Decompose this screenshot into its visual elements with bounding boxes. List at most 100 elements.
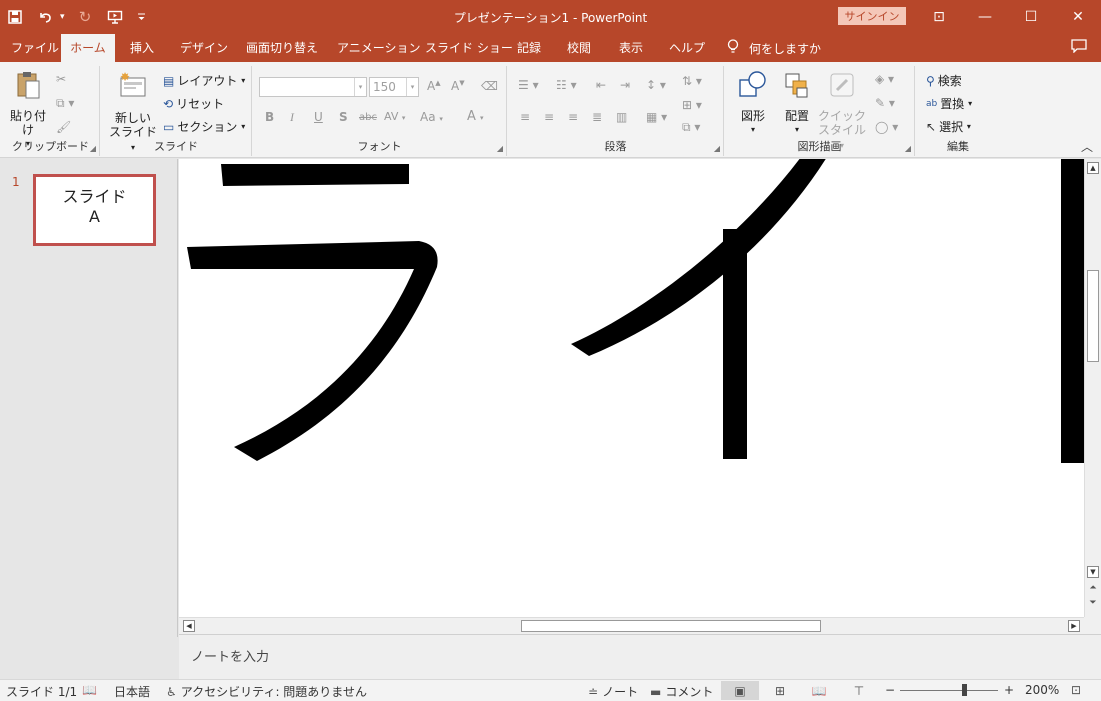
columns-icon[interactable]: ▦ ▾ xyxy=(646,110,667,124)
normal-view-button[interactable]: ▣ xyxy=(721,681,759,700)
clear-formatting-icon[interactable]: ⌫ xyxy=(481,79,498,93)
close-button[interactable]: ✕ xyxy=(1055,0,1101,34)
drawing-launcher-icon[interactable]: ◢ xyxy=(905,144,911,153)
vertical-scrollbar[interactable]: ▲ ▼ ⏶ ⏷ xyxy=(1084,159,1101,617)
undo-icon[interactable] xyxy=(30,0,60,34)
shape-fill-icon[interactable]: ◈ ▾ xyxy=(875,72,894,86)
customize-qat-icon[interactable] xyxy=(130,0,152,34)
undo-dropdown-icon[interactable]: ▾ xyxy=(60,12,70,22)
slide-sorter-view-button[interactable]: ⊞ xyxy=(761,681,799,700)
tab-slideshow[interactable]: スライド ショー xyxy=(425,34,513,62)
arrange-button[interactable]: 配置 ▾ xyxy=(775,70,819,137)
tab-record[interactable]: 記録 xyxy=(517,34,541,62)
notes-toggle-button[interactable]: ≐ ノート xyxy=(588,683,638,700)
align-left-icon[interactable]: ≡ xyxy=(520,110,530,124)
grow-font-icon[interactable]: A▲ xyxy=(427,79,441,93)
start-from-beginning-icon[interactable] xyxy=(100,0,130,34)
font-size-combo[interactable]: 150 ▾ xyxy=(369,77,419,97)
bold-button[interactable]: B xyxy=(265,110,274,124)
paragraph-launcher-icon[interactable]: ◢ xyxy=(714,144,720,153)
vertical-scroll-thumb[interactable] xyxy=(1087,270,1099,362)
signin-button[interactable]: サインイン xyxy=(838,7,906,25)
bullets-icon[interactable]: ☰ ▾ xyxy=(518,78,539,92)
scroll-up-arrow-icon[interactable]: ▲ xyxy=(1087,162,1099,174)
increase-indent-icon[interactable]: ⇥ xyxy=(620,78,630,92)
tab-animations[interactable]: アニメーション xyxy=(337,34,421,62)
align-right-icon[interactable]: ≡ xyxy=(568,110,578,124)
shape-effects-icon[interactable]: ◯ ▾ xyxy=(875,120,898,134)
underline-button[interactable]: U xyxy=(314,110,323,124)
next-slide-icon[interactable]: ⏷ xyxy=(1087,598,1099,608)
find-button[interactable]: ⚲ 検索 xyxy=(926,72,962,89)
ribbon-display-options-icon[interactable]: ⊡ xyxy=(916,0,962,34)
font-size-dropdown-icon[interactable]: ▾ xyxy=(406,78,418,96)
restore-button[interactable]: ☐ xyxy=(1008,0,1054,34)
numbering-icon[interactable]: ☷ ▾ xyxy=(556,78,577,92)
justify-icon[interactable]: ≣ xyxy=(592,110,602,124)
decrease-indent-icon[interactable]: ⇤ xyxy=(596,78,606,92)
section-button[interactable]: ▭ セクション ▾ xyxy=(163,118,245,135)
character-spacing-button[interactable]: AV ▾ xyxy=(384,110,405,123)
zoom-slider-thumb[interactable] xyxy=(962,684,967,696)
scroll-down-arrow-icon[interactable]: ▼ xyxy=(1087,566,1099,578)
fit-to-window-icon[interactable]: ⊡ xyxy=(1071,683,1085,697)
tab-help[interactable]: ヘルプ xyxy=(669,34,705,62)
italic-button[interactable]: I xyxy=(290,110,294,125)
tab-design[interactable]: デザイン xyxy=(180,34,228,62)
font-launcher-icon[interactable]: ◢ xyxy=(497,144,503,153)
copy-icon[interactable]: ⧉ ▾ xyxy=(56,96,74,111)
tab-review[interactable]: 校閲 xyxy=(567,34,591,62)
tab-insert[interactable]: 挿入 xyxy=(130,34,154,62)
comments-icon[interactable] xyxy=(1071,39,1087,57)
shadow-button[interactable]: S xyxy=(339,110,348,124)
zoom-slider-track[interactable] xyxy=(900,690,998,691)
shrink-font-icon[interactable]: A▼ xyxy=(451,79,465,93)
tab-home[interactable]: ホーム xyxy=(61,34,115,62)
font-color-button[interactable]: A ▾ xyxy=(467,109,484,124)
previous-slide-icon[interactable]: ⏶ xyxy=(1087,583,1099,593)
collapse-ribbon-icon[interactable]: ︿ xyxy=(1081,138,1093,155)
tab-file[interactable]: ファイル xyxy=(11,34,59,62)
cut-icon[interactable]: ✂ xyxy=(56,72,66,86)
text-direction-icon[interactable]: ⇅ ▾ xyxy=(682,74,702,88)
zoom-level[interactable]: 200% xyxy=(1025,683,1059,697)
horizontal-scroll-thumb[interactable] xyxy=(521,620,821,632)
align-center-icon[interactable]: ≡ xyxy=(544,110,554,124)
zoom-out-button[interactable]: − xyxy=(885,683,895,697)
notes-pane[interactable]: ノートを入力 xyxy=(179,634,1101,679)
font-name-combo[interactable]: ▾ xyxy=(259,77,367,97)
spelling-check-icon[interactable]: 📖 xyxy=(82,683,101,697)
smartart-icon[interactable]: ⧉ ▾ xyxy=(682,120,700,135)
save-icon[interactable] xyxy=(0,0,30,34)
scroll-right-arrow-icon[interactable]: ▶ xyxy=(1068,620,1080,632)
change-case-button[interactable]: Aa ▾ xyxy=(420,110,443,124)
redo-icon[interactable]: ↻ xyxy=(70,0,100,34)
zoom-in-button[interactable]: + xyxy=(1004,683,1014,697)
horizontal-scrollbar[interactable]: ◀ ▶ xyxy=(179,617,1084,634)
minimize-button[interactable]: — xyxy=(962,0,1008,34)
strikethrough-button[interactable]: abc xyxy=(359,112,377,123)
replace-button[interactable]: ab 置換 ▾ xyxy=(926,95,972,112)
reading-view-button[interactable]: 📖 xyxy=(800,681,838,700)
tab-view[interactable]: 表示 xyxy=(619,34,643,62)
tab-transitions[interactable]: 画面切り替え xyxy=(246,34,318,62)
align-text-icon[interactable]: ⊞ ▾ xyxy=(682,98,702,112)
slideshow-view-button[interactable]: ⊤ xyxy=(840,681,878,700)
clipboard-launcher-icon[interactable]: ◢ xyxy=(90,144,96,153)
accessibility-status[interactable]: ♿ アクセシビリティ: 問題ありません xyxy=(166,683,367,700)
reset-button[interactable]: ⟲ リセット xyxy=(163,95,224,112)
shape-outline-icon[interactable]: ✎ ▾ xyxy=(875,96,895,110)
line-spacing-icon[interactable]: ↕ ▾ xyxy=(646,78,666,92)
shapes-button[interactable]: 図形 ▾ xyxy=(731,70,775,137)
select-button[interactable]: ↖ 選択 ▾ xyxy=(926,118,971,135)
slide-canvas[interactable]: ライ xyxy=(179,159,1084,617)
tell-me-box[interactable]: 何をしますか xyxy=(727,34,821,62)
scroll-left-arrow-icon[interactable]: ◀ xyxy=(183,620,195,632)
slide-thumbnail[interactable]: スライド A xyxy=(33,174,156,246)
layout-button[interactable]: ▤ レイアウト ▾ xyxy=(163,72,245,89)
language-indicator[interactable]: 日本語 xyxy=(114,683,150,700)
font-name-dropdown-icon[interactable]: ▾ xyxy=(354,78,366,96)
distributed-icon[interactable]: ▥ xyxy=(616,110,627,124)
comments-toggle-button[interactable]: ▬ コメント xyxy=(650,683,713,700)
format-painter-icon[interactable]: 🖌 xyxy=(56,120,71,134)
